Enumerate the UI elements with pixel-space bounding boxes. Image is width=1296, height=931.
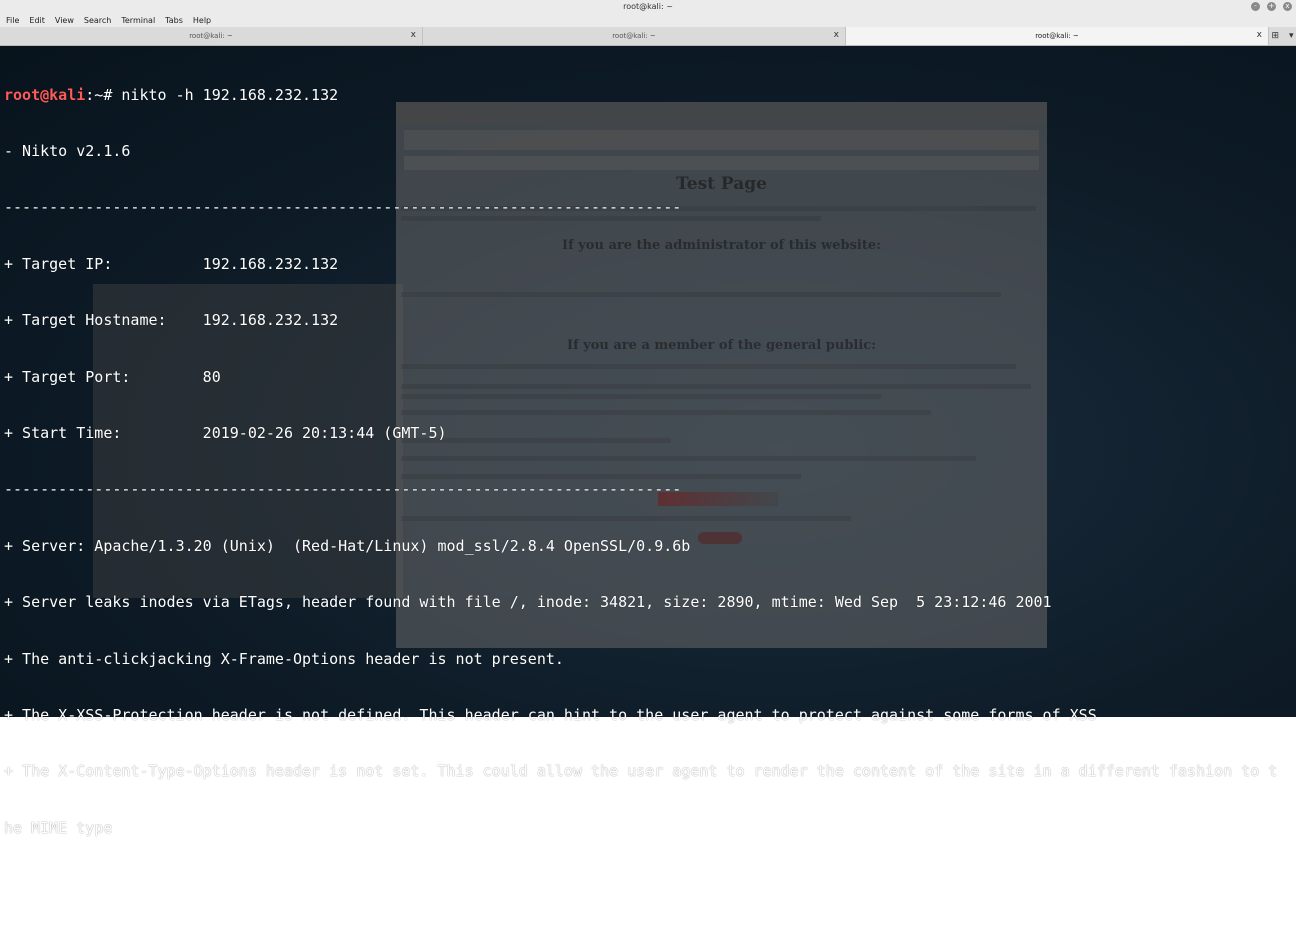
tab-menu-icon[interactable]: ▾ <box>1289 31 1294 41</box>
output-line: + Target Port: 80 <box>4 367 221 386</box>
tab-label: root@kali: ~ <box>189 32 233 40</box>
terminal-tab-1[interactable]: root@kali: ~ x <box>0 27 423 45</box>
terminal-output[interactable]: root@kali:~# nikto -h 192.168.232.132 - … <box>0 46 1296 892</box>
tab-tools: ⊞ ▾ <box>1269 27 1296 45</box>
menu-help[interactable]: Help <box>193 16 211 25</box>
window-controls: - + x <box>1251 2 1292 11</box>
output-line: + Server leaks inodes via ETags, header … <box>4 593 1052 612</box>
tab-close-icon[interactable]: x <box>411 30 416 40</box>
text-cursor <box>4 876 12 892</box>
menu-edit[interactable]: Edit <box>29 16 45 25</box>
maximize-button[interactable]: + <box>1267 2 1276 11</box>
terminal-tab-2[interactable]: root@kali: ~ x <box>423 27 846 45</box>
menu-search[interactable]: Search <box>84 16 111 25</box>
menu-view[interactable]: View <box>55 16 74 25</box>
output-line: ----------------------------------------… <box>4 198 682 217</box>
prompt-line: root@kali:~# nikto -h 192.168.232.132 <box>4 86 1296 105</box>
output-line: + Target IP: 192.168.232.132 <box>4 254 339 273</box>
output-line: + Start Time: 2019-02-26 20:13:44 (GMT-5… <box>4 423 447 442</box>
new-tab-icon[interactable]: ⊞ <box>1271 31 1279 41</box>
output-line: + Target Hostname: 192.168.232.132 <box>4 311 339 330</box>
output-line: + The X-XSS-Protection header is not def… <box>4 705 1097 724</box>
output-line: - Nikto v2.1.6 <box>4 141 131 160</box>
menu-terminal[interactable]: Terminal <box>121 16 155 25</box>
menu-file[interactable]: File <box>6 16 19 25</box>
output-line: + Server: Apache/1.3.20 (Unix) (Red-Hat/… <box>4 536 691 555</box>
close-button[interactable]: x <box>1283 2 1292 11</box>
output-line: + The anti-clickjacking X-Frame-Options … <box>4 649 564 668</box>
terminal-tab-3[interactable]: root@kali: ~ x <box>846 27 1269 45</box>
output-line: ----------------------------------------… <box>4 480 682 499</box>
output-line: he MIME type <box>4 818 113 837</box>
command-text: nikto -h 192.168.232.132 <box>121 85 339 104</box>
menu-tabs[interactable]: Tabs <box>165 16 183 25</box>
menu-bar: File Edit View Search Terminal Tabs Help <box>0 14 1296 27</box>
tab-bar: root@kali: ~ x root@kali: ~ x root@kali:… <box>0 27 1296 46</box>
prompt-user: root@kali <box>4 85 86 104</box>
title-bar: root@kali: ~ - + x <box>0 0 1296 14</box>
prompt-path: :~# <box>85 85 122 104</box>
terminal-window: Test Page If you are the administrator o… <box>0 0 1296 892</box>
window-title: root@kali: ~ <box>623 2 673 11</box>
tab-label: root@kali: ~ <box>1035 32 1079 40</box>
minimize-button[interactable]: - <box>1251 2 1260 11</box>
output-line: + The X-Content-Type-Options header is n… <box>4 762 1278 781</box>
tab-close-icon[interactable]: x <box>1257 30 1262 40</box>
tab-label: root@kali: ~ <box>612 32 656 40</box>
cursor-line <box>4 875 1296 894</box>
tab-close-icon[interactable]: x <box>834 30 839 40</box>
